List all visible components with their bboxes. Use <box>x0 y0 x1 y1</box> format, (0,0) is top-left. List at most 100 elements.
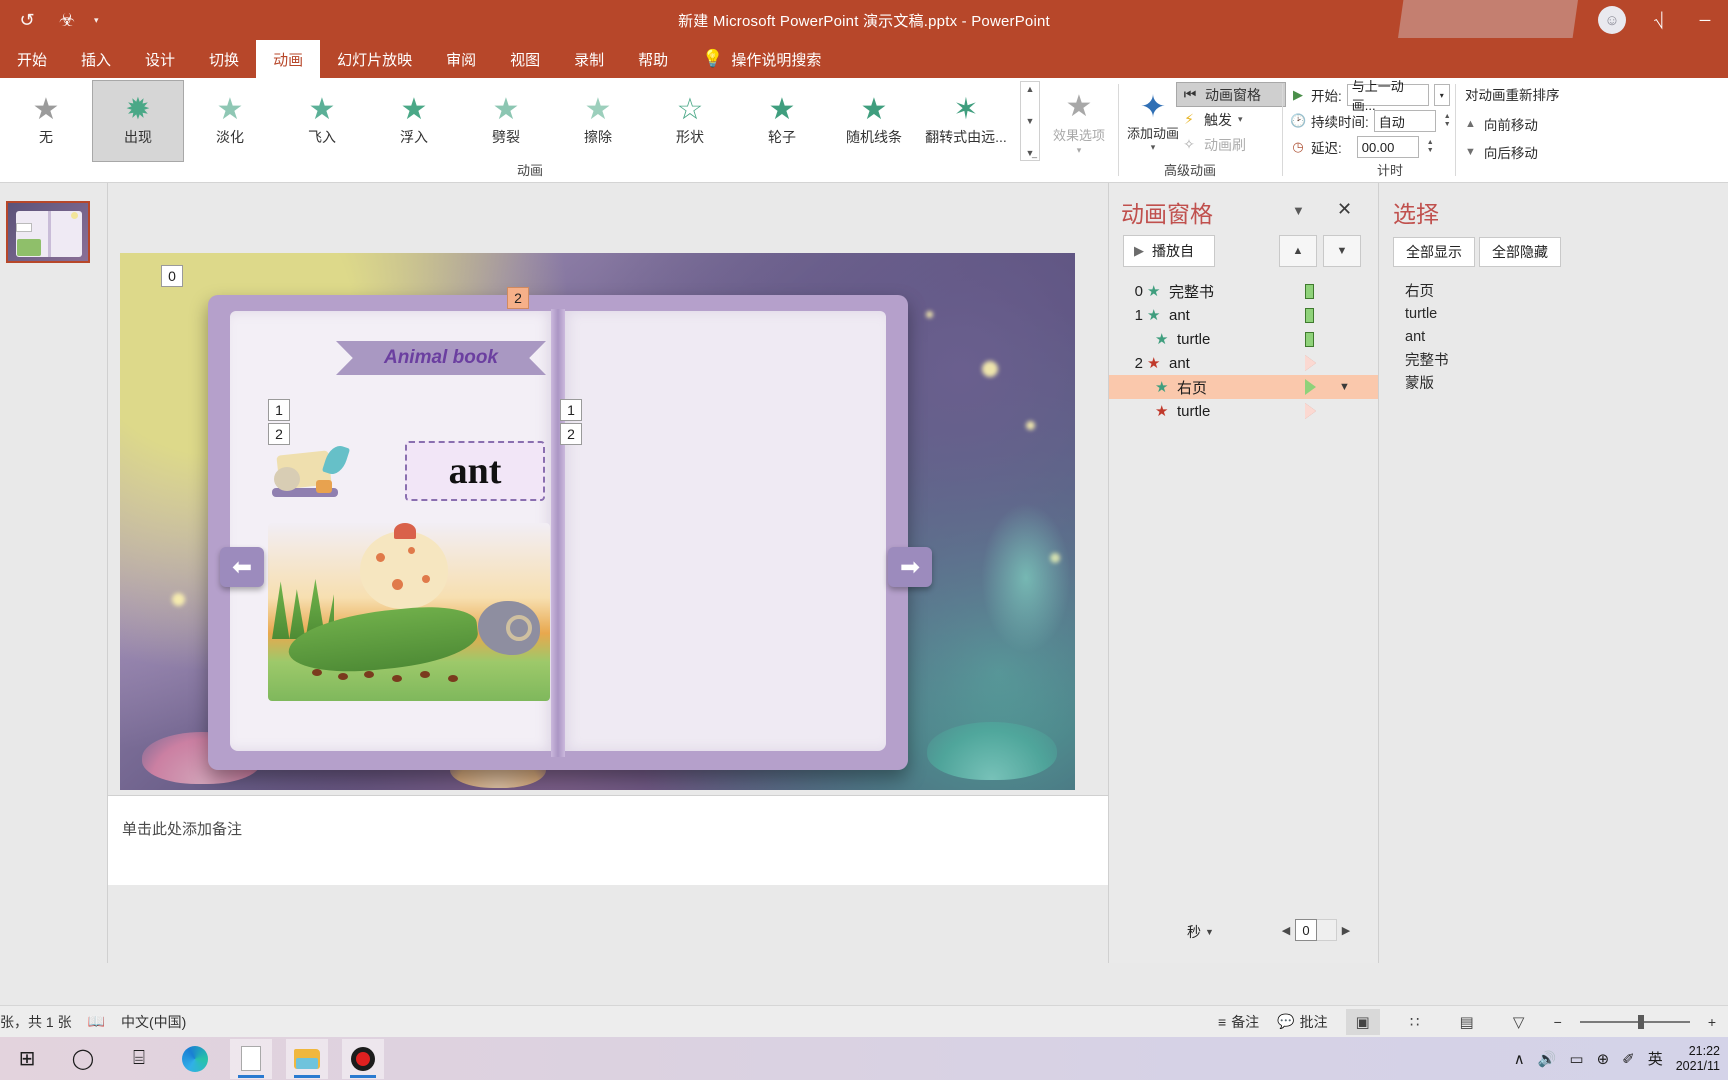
animal-book-banner[interactable]: Animal book <box>336 341 546 375</box>
animation-badge-1-right[interactable]: 1 <box>560 399 582 421</box>
gallery-item-floatin[interactable]: ★ 浮入 <box>368 80 460 162</box>
tell-me-search[interactable]: 💡 操作说明搜索 <box>685 40 838 78</box>
effect-timeline-bar[interactable] <box>1305 332 1314 347</box>
effect-timeline-bar[interactable] <box>1305 308 1314 323</box>
animation-badge-0[interactable]: 0 <box>161 265 183 287</box>
tab-animations[interactable]: 动画 <box>256 40 321 78</box>
task-view-icon[interactable]: ⌸ <box>118 1039 160 1079</box>
tab-review[interactable]: 审阅 <box>429 40 493 78</box>
book-illustration[interactable]: Animal book ant ⬅ ➡ <box>208 295 932 770</box>
slide-sorter-view-button[interactable]: ∷ <box>1398 1009 1432 1035</box>
start-dropdown-caret-icon[interactable]: ▾ <box>1433 84 1450 106</box>
selection-item[interactable]: 完整书 <box>1405 348 1705 371</box>
volume-icon[interactable]: 🔊 <box>1538 1050 1557 1068</box>
gallery-scroll-buttons[interactable]: ▲ ▼ ▼̲ <box>1020 81 1040 161</box>
gallery-item-flipfromfar[interactable]: ✶ 翻转式由远... <box>920 80 1012 162</box>
selection-item[interactable]: 蒙版 <box>1405 371 1705 394</box>
book-right-page[interactable] <box>562 311 886 751</box>
animation-badge-1-left[interactable]: 1 <box>268 399 290 421</box>
move-up-button[interactable]: ▲ <box>1279 235 1317 267</box>
gallery-item-split[interactable]: ★ 劈裂 <box>460 80 552 162</box>
show-hidden-icons[interactable]: ∧ <box>1514 1050 1525 1068</box>
previous-page-arrow[interactable]: ⬅ <box>220 547 264 587</box>
search-icon[interactable]: ◯ <box>62 1039 104 1079</box>
gallery-scroll-up-icon[interactable]: ▲ <box>1021 84 1039 94</box>
tab-transitions[interactable]: 切换 <box>192 40 256 78</box>
word-textbox[interactable]: ant <box>405 441 545 501</box>
ribbon-display-options-icon[interactable]: ⎷ <box>1636 0 1682 40</box>
slide-thumbnail-pane[interactable] <box>0 183 108 963</box>
effect-timeline-triangle[interactable] <box>1305 379 1316 395</box>
effect-timeline-triangle[interactable] <box>1305 403 1316 419</box>
show-all-button[interactable]: 全部显示 <box>1393 237 1475 267</box>
move-later-button[interactable]: ▼ 向后移动 <box>1465 138 1595 166</box>
animation-badge-2-right[interactable]: 2 <box>560 423 582 445</box>
duration-spinner[interactable]: ▲ ▼ <box>1444 113 1451 129</box>
play-from-button[interactable]: ▶ 播放自 <box>1123 235 1215 267</box>
chevron-down-icon[interactable]: ▼ <box>1292 203 1305 218</box>
ime-icon[interactable]: 英 <box>1648 1048 1663 1069</box>
close-icon[interactable]: ✕ <box>1337 199 1352 220</box>
seconds-dropdown[interactable]: 秒 ▼ <box>1187 922 1214 942</box>
zoom-in-button[interactable]: + <box>1708 1014 1716 1030</box>
zoom-out-button[interactable]: − <box>1554 1014 1562 1030</box>
slide-thumbnail-1[interactable] <box>6 201 90 263</box>
slide-canvas[interactable]: Animal book ant ⬅ ➡ 0 2 1 2 1 2 <box>120 253 1075 790</box>
slideshow-view-button[interactable]: ▽ <box>1502 1009 1536 1035</box>
scroll-left-icon[interactable]: ◀ <box>1277 919 1295 941</box>
gallery-scroll-down-icon[interactable]: ▼ <box>1021 116 1039 126</box>
tab-record[interactable]: 录制 <box>557 40 621 78</box>
reading-view-button[interactable]: ▤ <box>1450 1009 1484 1035</box>
zoom-slider[interactable] <box>1579 1014 1690 1029</box>
clock[interactable]: 21:22 2021/11 <box>1676 1044 1720 1074</box>
animation-painter-button[interactable]: ✧ 动画刷 <box>1176 132 1286 157</box>
selection-item[interactable]: ant <box>1405 325 1705 348</box>
animation-pane-button[interactable]: ⏮ 动画窗格 <box>1176 82 1286 107</box>
animation-list-item[interactable]: 2 ★ ant <box>1109 351 1379 375</box>
tab-slideshow[interactable]: 幻灯片放映 <box>320 40 429 78</box>
animation-list-item[interactable]: 0 ★ 完整书 <box>1109 279 1379 303</box>
gallery-item-shape[interactable]: ☆ 形状 <box>644 80 736 162</box>
comments-button[interactable]: 💬 批注 <box>1277 1012 1327 1032</box>
edge-icon[interactable] <box>174 1039 216 1079</box>
start-dropdown[interactable]: 与上一动画... <box>1346 79 1429 113</box>
language-label[interactable]: 中文(中国) <box>121 1012 186 1032</box>
add-animation-button[interactable]: ✦ 添加动画 ▾ <box>1122 82 1184 162</box>
animation-list-item-selected[interactable]: ★ 右页 ▼ <box>1109 375 1379 399</box>
animation-badge-2-left[interactable]: 2 <box>268 423 290 445</box>
hide-all-button[interactable]: 全部隐藏 <box>1479 237 1561 267</box>
selection-item[interactable]: turtle <box>1405 302 1705 325</box>
next-page-arrow[interactable]: ➡ <box>888 547 932 587</box>
tab-insert[interactable]: 插入 <box>64 40 128 78</box>
gallery-item-flyin[interactable]: ★ 飞入 <box>276 80 368 162</box>
move-earlier-button[interactable]: ▲ 向前移动 <box>1465 110 1595 138</box>
gallery-item-none[interactable]: ★ 无 <box>0 80 92 162</box>
gallery-item-randombars[interactable]: ★ 随机线条 <box>828 80 920 162</box>
effect-options-button[interactable]: ★ 效果选项 ▾ <box>1040 81 1118 163</box>
animation-list-item[interactable]: ★ turtle <box>1109 399 1379 423</box>
gallery-item-wipe[interactable]: ★ 擦除 <box>552 80 644 162</box>
tab-home[interactable]: 开始 <box>0 40 64 78</box>
timeline-scroll[interactable]: ◀ 0 ▶ <box>1277 919 1355 941</box>
battery-icon[interactable]: ▭ <box>1569 1050 1583 1068</box>
effect-timeline-triangle[interactable] <box>1305 355 1316 371</box>
effect-context-menu-caret-icon[interactable]: ▼ <box>1339 381 1350 393</box>
animation-list-item[interactable]: ★ turtle <box>1109 327 1379 351</box>
animation-badge-2-selected[interactable]: 2 <box>507 287 529 309</box>
notes-pane[interactable]: 单击此处添加备注 <box>108 795 1108 885</box>
move-down-button[interactable]: ▼ <box>1323 235 1361 267</box>
zoom-slider-knob[interactable] <box>1637 1014 1644 1029</box>
gallery-item-appear[interactable]: ✹ 出现 <box>92 80 184 162</box>
gallery-more-icon[interactable]: ▼̲ <box>1021 148 1039 158</box>
document-icon[interactable] <box>230 1038 272 1079</box>
trigger-button[interactable]: ⚡ 触发 ▾ <box>1176 107 1286 132</box>
tab-design[interactable]: 设计 <box>128 40 192 78</box>
notes-button[interactable]: ≡ 备注 <box>1218 1012 1259 1032</box>
scroll-right-icon[interactable]: ▶ <box>1337 919 1355 941</box>
selection-item[interactable]: 右页 <box>1405 279 1705 302</box>
animation-list-item[interactable]: 1 ★ ant <box>1109 303 1379 327</box>
effect-timeline-bar[interactable] <box>1305 284 1314 299</box>
delay-input[interactable]: 00.00 <box>1356 136 1419 158</box>
network-icon[interactable]: ⊕ <box>1597 1050 1610 1068</box>
delay-spinner[interactable]: ▲ ▼ <box>1427 139 1434 155</box>
